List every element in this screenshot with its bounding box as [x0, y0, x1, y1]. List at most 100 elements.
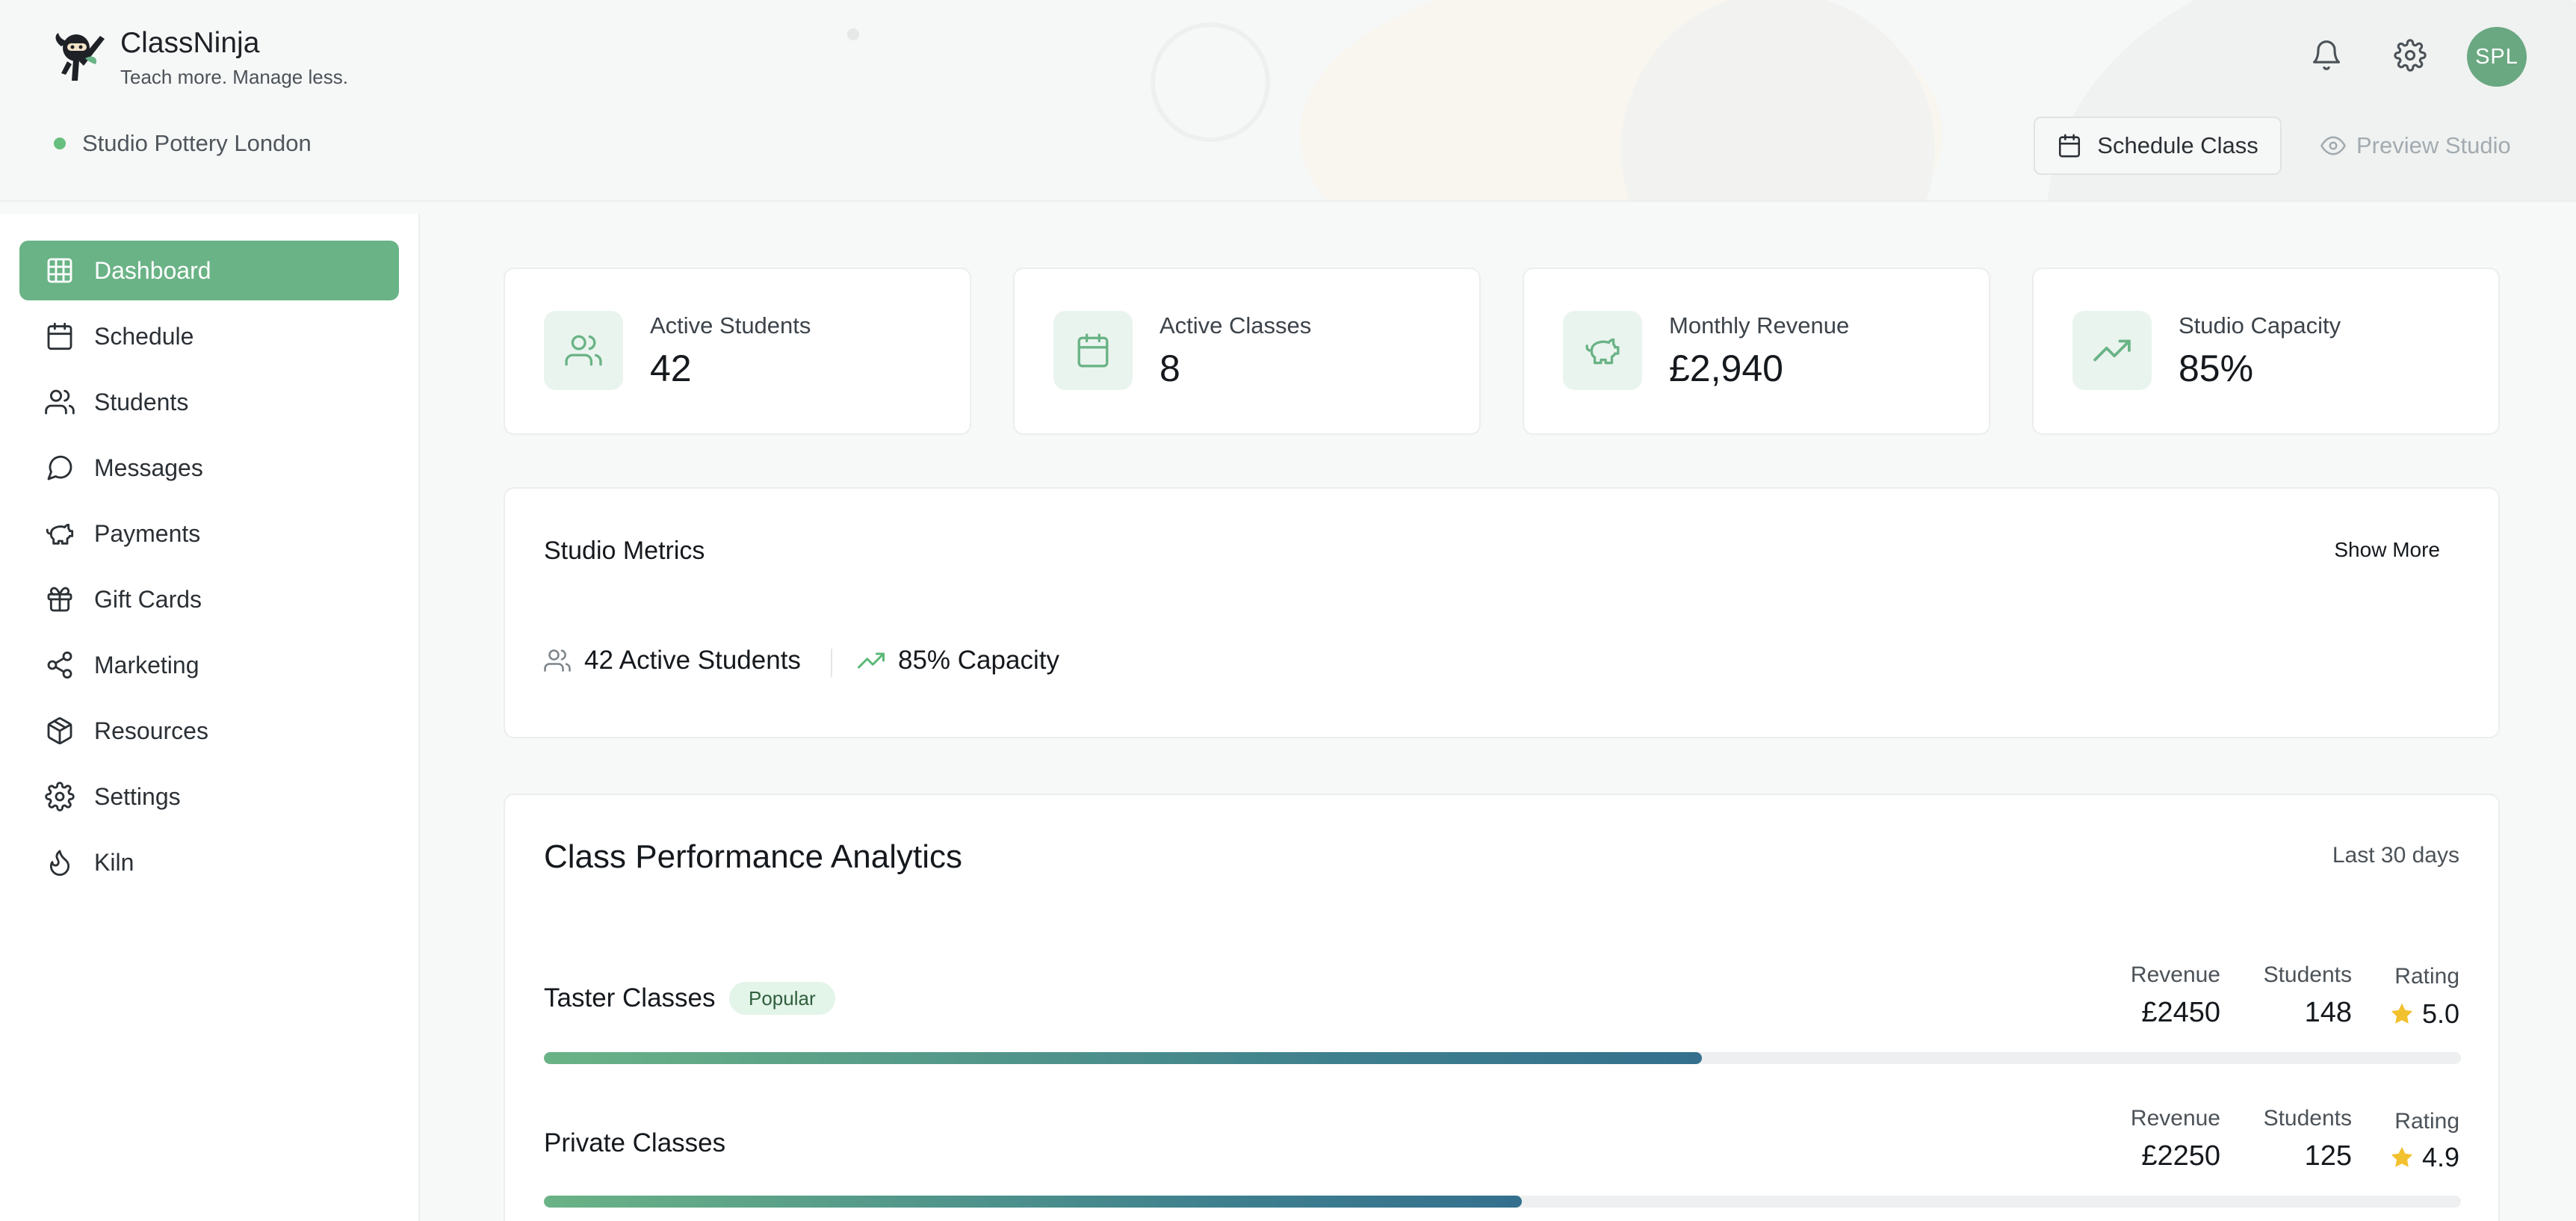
- progress-track: [544, 1196, 2461, 1208]
- studio-indicator: Studio Pottery London: [54, 130, 312, 157]
- ninja-logo-icon: [55, 33, 105, 81]
- sidebar-item-payments[interactable]: Payments: [19, 504, 399, 563]
- rating-text: 5.0: [2421, 998, 2459, 1029]
- package-icon: [47, 717, 72, 745]
- stat-icon-box: [1563, 311, 1642, 390]
- gear-icon: [2394, 39, 2427, 72]
- calendar-icon: [1077, 333, 1109, 368]
- piggy-bank-icon: [1585, 338, 1620, 365]
- eye-icon: [2320, 136, 2346, 155]
- sidebar-item-settings[interactable]: Settings: [19, 767, 399, 826]
- stat-value: 8: [1159, 347, 1180, 389]
- settings-button[interactable]: [2388, 33, 2433, 78]
- avatar[interactable]: SPL: [2467, 27, 2527, 87]
- class-performance-card: Class Performance Analytics Last 30 days…: [504, 794, 2500, 1221]
- revenue-value: £2450: [2141, 997, 2220, 1028]
- stat-card-monthly-revenue: Monthly Revenue £2,940: [1523, 268, 1990, 435]
- brand-name: ClassNinja: [120, 27, 260, 59]
- calendar-icon: [47, 322, 72, 350]
- progress-fill: [544, 1052, 1702, 1064]
- sidebar-item-marketing[interactable]: Marketing: [19, 635, 399, 695]
- rating-label: Rating: [2394, 964, 2459, 989]
- sidebar-item-label: Resources: [94, 717, 208, 744]
- calendar-icon: [2059, 134, 2081, 158]
- sidebar-item-resources[interactable]: Resources: [19, 701, 399, 761]
- gift-icon: [47, 587, 72, 612]
- header-decoration: [1151, 22, 1270, 142]
- sidebar-item-label: Students: [94, 388, 189, 415]
- progress-track: [544, 1052, 2461, 1064]
- sidebar-item-schedule[interactable]: Schedule: [19, 306, 399, 366]
- revenue-value: £2250: [2141, 1140, 2220, 1172]
- rating-value: 4.9: [2389, 1142, 2459, 1173]
- stat-label: Active Students: [650, 312, 811, 339]
- grid-icon: [47, 258, 72, 283]
- users-icon: [544, 649, 571, 672]
- section-title: Studio Metrics: [544, 537, 705, 565]
- piggy-bank-icon: [46, 523, 74, 545]
- sidebar-item-label: Marketing: [94, 651, 199, 678]
- sidebar: Dashboard Schedule Students Messages Pay…: [0, 214, 420, 1221]
- students-label: Students: [2263, 1106, 2352, 1131]
- sidebar-item-label: Settings: [94, 782, 181, 810]
- stat-card-active-students: Active Students 42: [504, 268, 971, 435]
- revenue-label: Revenue: [2130, 962, 2220, 987]
- trending-up-icon: [858, 652, 885, 669]
- sidebar-item-label: Schedule: [94, 322, 194, 350]
- class-name: Private Classes: [544, 1128, 726, 1157]
- notifications-button[interactable]: [2304, 33, 2349, 78]
- bell-icon: [2312, 40, 2341, 70]
- progress-fill: [544, 1196, 1522, 1208]
- star-icon: [2391, 1146, 2413, 1167]
- rating-value: 5.0: [2389, 998, 2459, 1030]
- divider: [831, 649, 832, 677]
- sidebar-item-label: Gift Cards: [94, 585, 202, 613]
- sidebar-item-label: Dashboard: [94, 256, 211, 284]
- students-label: Students: [2263, 962, 2352, 987]
- stat-value: 85%: [2179, 347, 2254, 389]
- share-icon: [47, 651, 72, 679]
- users-icon: [45, 389, 75, 415]
- preview-studio-button[interactable]: Preview Studio: [2320, 117, 2515, 175]
- stat-label: Studio Capacity: [2179, 312, 2341, 339]
- brand-tagline: Teach more. Manage less.: [120, 66, 348, 88]
- metric-capacity: 85% Capacity: [858, 646, 1059, 676]
- stat-card-active-classes: Active Classes 8: [1013, 268, 1481, 435]
- sidebar-item-label: Messages: [94, 454, 203, 481]
- sidebar-item-messages[interactable]: Messages: [19, 438, 399, 498]
- sidebar-item-gift-cards[interactable]: Gift Cards: [19, 569, 399, 629]
- sidebar-item-students[interactable]: Students: [19, 372, 399, 432]
- header-decoration: [847, 28, 859, 40]
- users-icon: [565, 335, 602, 366]
- studio-metrics-card: Studio Metrics Show More 42 Active Stude…: [504, 487, 2500, 738]
- metric-text: 42 Active Students: [584, 646, 801, 675]
- star-icon: [2391, 1003, 2413, 1024]
- popular-badge: Popular: [729, 982, 835, 1015]
- studio-name: Studio Pottery London: [82, 130, 312, 156]
- class-name: Taster Classes: [544, 983, 716, 1013]
- show-more-button[interactable]: Show More: [2334, 538, 2440, 562]
- students-value: 148: [2304, 997, 2352, 1028]
- rating-label: Rating: [2394, 1109, 2459, 1134]
- schedule-class-label: Schedule Class: [2097, 132, 2258, 158]
- stat-icon-box: [1053, 311, 1133, 390]
- trending-up-icon: [2093, 339, 2131, 362]
- sidebar-item-label: Payments: [94, 519, 201, 547]
- date-range[interactable]: Last 30 days: [2332, 843, 2459, 868]
- gear-icon: [45, 782, 75, 812]
- flame-icon: [49, 850, 70, 876]
- metric-text: 85% Capacity: [898, 646, 1059, 675]
- metric-active-students: 42 Active Students: [544, 646, 801, 676]
- students-value: 125: [2304, 1140, 2352, 1172]
- sidebar-item-dashboard[interactable]: Dashboard: [19, 241, 399, 300]
- rating-text: 4.9: [2421, 1142, 2459, 1172]
- section-title: Class Performance Analytics: [544, 838, 962, 875]
- stat-label: Monthly Revenue: [1669, 312, 1850, 339]
- sidebar-item-kiln[interactable]: Kiln: [19, 832, 399, 892]
- stat-icon-box: [544, 311, 623, 390]
- stat-value: £2,940: [1669, 347, 1783, 389]
- schedule-class-button[interactable]: Schedule Class: [2034, 117, 2282, 175]
- message-icon: [47, 455, 72, 480]
- stat-card-studio-capacity: Studio Capacity 85%: [2032, 268, 2500, 435]
- preview-studio-label: Preview Studio: [2356, 132, 2511, 158]
